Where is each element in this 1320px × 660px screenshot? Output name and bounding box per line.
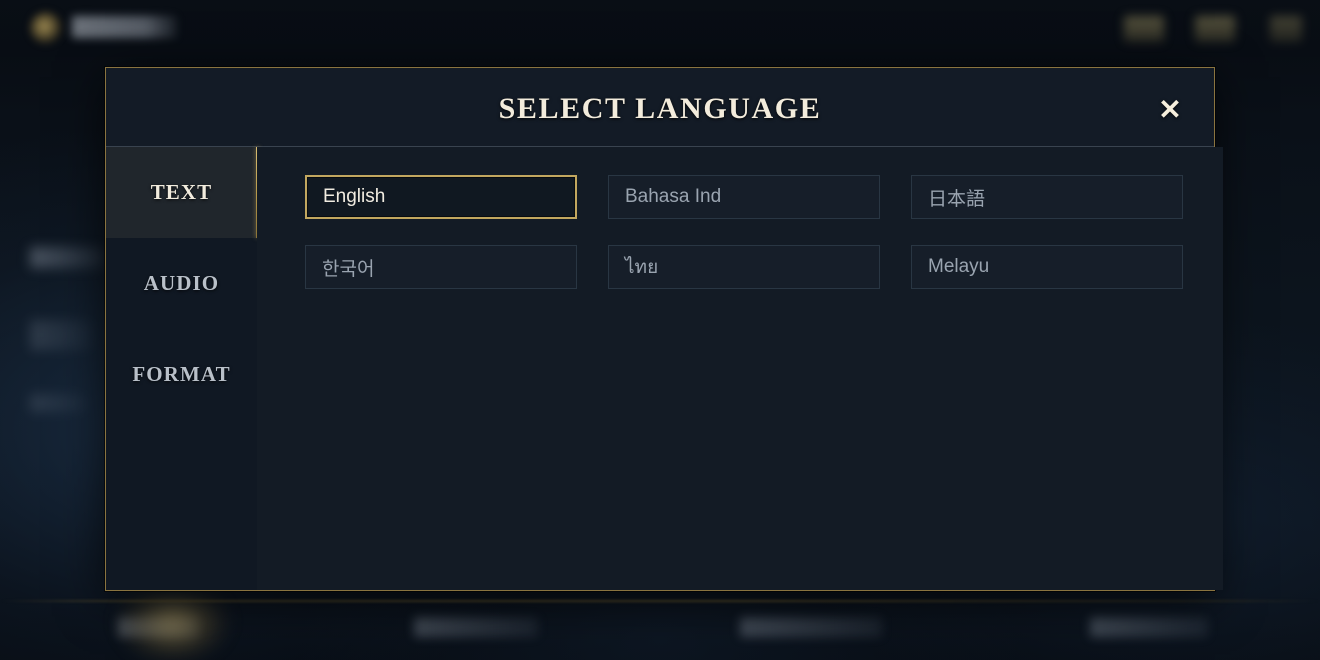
language-option-melayu[interactable]: Melayu bbox=[911, 245, 1183, 289]
background-bottom-label bbox=[740, 617, 882, 637]
background-bottom-label bbox=[414, 617, 538, 637]
sidebar-item-label: FORMAT bbox=[132, 362, 231, 386]
background-divider bbox=[0, 600, 1320, 602]
dialog-sidebar: TEXT AUDIO FORMAT bbox=[106, 147, 259, 590]
language-option-label: Bahasa Ind bbox=[625, 186, 722, 207]
background-settings-title bbox=[72, 16, 177, 38]
language-option-english[interactable]: English bbox=[305, 175, 577, 219]
select-language-dialog: SELECT LANGUAGE ✕ TEXT AUDIO FORMAT Engl… bbox=[105, 67, 1223, 591]
language-option-japanese[interactable]: 日本語 bbox=[911, 175, 1183, 219]
sidebar-item-label: AUDIO bbox=[143, 271, 220, 295]
dialog-content: English Bahasa Ind 日本語 한국어 ไทย Melayu bbox=[257, 147, 1223, 590]
language-option-korean[interactable]: 한국어 bbox=[305, 245, 577, 289]
game-logo-icon bbox=[30, 12, 62, 44]
language-option-label: ไทย bbox=[625, 257, 659, 278]
language-option-label: 日本語 bbox=[928, 188, 986, 210]
currency-badge-icon bbox=[1195, 16, 1235, 42]
dialog-title-bar: SELECT LANGUAGE ✕ bbox=[106, 68, 1214, 147]
background-list-item bbox=[30, 394, 86, 412]
currency-badge-icon bbox=[1124, 16, 1164, 42]
profile-badge-icon bbox=[1270, 16, 1302, 42]
background-bottom-label bbox=[1090, 617, 1208, 637]
background-list-item bbox=[30, 247, 104, 268]
language-option-bahasa-ind[interactable]: Bahasa Ind bbox=[608, 175, 880, 219]
background-top-bar bbox=[0, 0, 1320, 57]
sidebar-item-format[interactable]: FORMAT bbox=[106, 329, 257, 420]
close-icon[interactable]: ✕ bbox=[1150, 90, 1190, 130]
language-option-thai[interactable]: ไทย bbox=[608, 245, 880, 289]
language-option-label: 한국어 bbox=[322, 258, 375, 280]
sidebar-item-text[interactable]: TEXT bbox=[106, 147, 259, 238]
page-title: SELECT LANGUAGE bbox=[498, 92, 822, 125]
language-option-label: Melayu bbox=[928, 256, 990, 277]
language-option-label: English bbox=[323, 186, 386, 207]
language-grid: English Bahasa Ind 日本語 한국어 ไทย Melayu bbox=[305, 175, 1183, 289]
background-glow bbox=[118, 596, 228, 660]
sidebar-item-label: TEXT bbox=[150, 180, 213, 204]
sidebar-item-audio[interactable]: AUDIO bbox=[106, 238, 257, 329]
background-list-item bbox=[30, 320, 92, 350]
